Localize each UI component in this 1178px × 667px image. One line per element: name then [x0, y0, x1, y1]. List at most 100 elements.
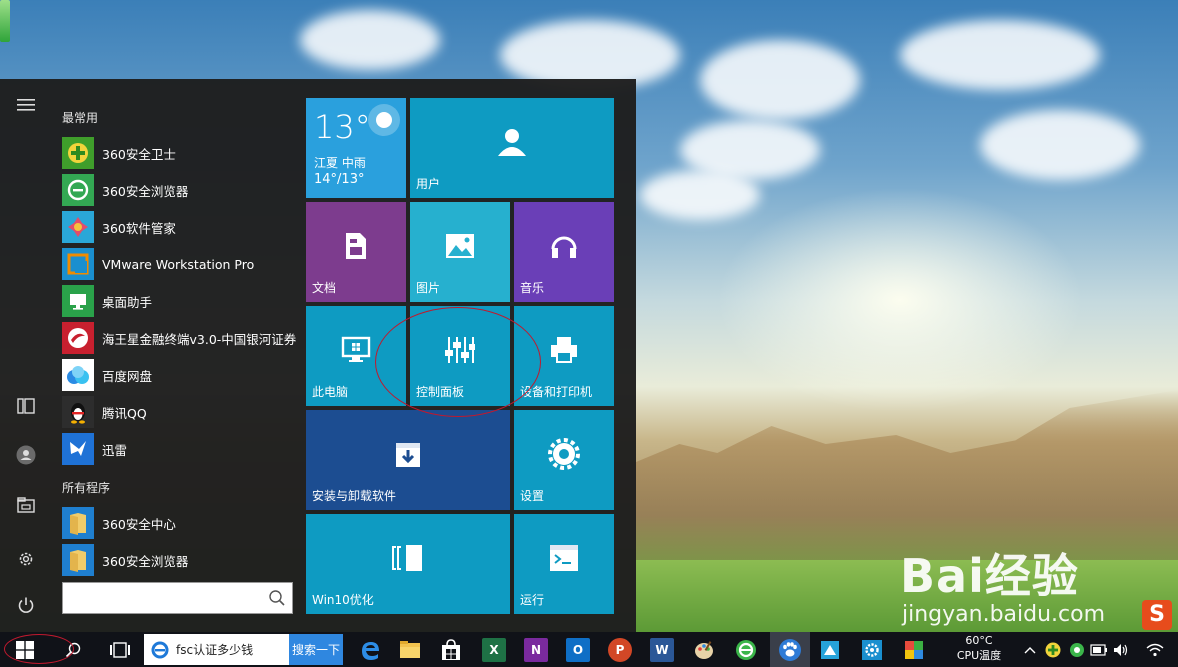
ie-search-field[interactable]: fsc认证多少钱: [144, 634, 289, 665]
app-name: 360软件管家: [102, 220, 176, 236]
paint-palette-icon: [695, 640, 713, 659]
taskbar-paint[interactable]: [690, 632, 718, 667]
settings-gear-icon: [862, 639, 882, 660]
tile-label: 此电脑: [312, 385, 349, 399]
onenote-icon: N: [524, 637, 548, 662]
tray-app-icon: [1070, 642, 1084, 657]
tile-pictures[interactable]: 图片: [410, 202, 510, 302]
taskbar-tool[interactable]: [816, 632, 844, 667]
qq-penguin-icon: [62, 396, 94, 428]
tile-weather[interactable]: 13° 江夏 中雨 14°/13°: [306, 98, 406, 198]
search-icon[interactable]: [268, 589, 286, 607]
taskbar-settings[interactable]: [858, 632, 886, 667]
taskbar-edge[interactable]: [356, 632, 384, 667]
taskbar-word[interactable]: W: [648, 632, 676, 667]
taskbar-powerpoint[interactable]: P: [606, 632, 634, 667]
tile-label: Win10优化: [312, 593, 374, 607]
app-item-xunlei[interactable]: 迅雷: [62, 431, 298, 467]
tile-label: 用户: [416, 177, 441, 191]
app-item-360-software-manager[interactable]: 360软件管家: [62, 209, 298, 245]
tray-volume[interactable]: [1110, 632, 1132, 667]
app-item-360-security-guard[interactable]: 360安全卫士: [62, 135, 298, 171]
taskbar-360-browser[interactable]: [732, 632, 760, 667]
tile-label: 运行: [520, 593, 545, 607]
task-view-button[interactable]: [104, 632, 136, 667]
tray-360-browser[interactable]: [1066, 632, 1088, 667]
weather-city-condition: 江夏 中雨: [314, 156, 366, 170]
annotation-ellipse-control-panel: [375, 307, 541, 417]
tablet-mode-icon[interactable]: [0, 386, 52, 426]
cloud: [980, 110, 1140, 180]
sun-icon: [368, 104, 400, 136]
taskbar-store[interactable]: [437, 632, 465, 667]
tile-label: 文档: [312, 281, 337, 295]
search-go-button[interactable]: 搜索一下: [289, 634, 343, 665]
app-item-neptune-finance[interactable]: 海王星金融终端v3.0-中国银河证券: [62, 320, 298, 356]
app-name: 百度网盘: [102, 368, 153, 384]
cloud: [640, 170, 760, 220]
app-item-desktop-assistant[interactable]: 桌面助手: [62, 283, 298, 319]
app-name: 迅雷: [102, 442, 128, 458]
cpu-temp-value: 60°C: [965, 634, 993, 647]
desktop-assistant-icon: [62, 285, 94, 317]
file-explorer-icon[interactable]: [0, 485, 52, 525]
hamburger-menu-icon[interactable]: [0, 85, 52, 125]
settings-gear-icon[interactable]: [0, 539, 52, 579]
tile-documents[interactable]: 文档: [306, 202, 406, 302]
taskbar-file-explorer[interactable]: [396, 632, 424, 667]
baidu-watermark: Bai经验 jingyan.baidu.com: [900, 540, 1170, 630]
taskbar-outlook[interactable]: O: [564, 632, 592, 667]
excel-icon: X: [482, 637, 506, 662]
watermark-url: jingyan.baidu.com: [902, 602, 1106, 627]
all-programs-heading: 所有程序: [62, 481, 111, 495]
tile-user[interactable]: 用户: [410, 98, 614, 198]
printer-icon: [551, 337, 577, 363]
app-item-tencent-qq[interactable]: 腾讯QQ: [62, 394, 298, 430]
tray-360-guard[interactable]: [1042, 632, 1064, 667]
sogou-ime-icon[interactable]: S: [1142, 600, 1172, 630]
most-used-heading: 最常用: [62, 111, 99, 125]
tile-label: 安装与卸载软件: [312, 489, 397, 503]
cloud: [900, 20, 1100, 90]
neptune-finance-icon: [62, 322, 94, 354]
tray-wifi[interactable]: [1140, 632, 1170, 667]
ie-search-query: fsc认证多少钱: [176, 643, 254, 657]
cpu-temperature-widget[interactable]: 60°C CPU温度: [950, 633, 1008, 663]
app-name: 海王星金融终端v3.0-中国银河证券: [102, 331, 297, 347]
360-security-guard-icon: [62, 137, 94, 169]
tile-music[interactable]: 音乐: [514, 202, 614, 302]
tile-run[interactable]: 运行: [514, 514, 614, 614]
tile-label: 音乐: [520, 281, 545, 295]
power-icon[interactable]: [0, 585, 52, 625]
wifi-icon: [1146, 643, 1164, 656]
settings-gear-tile-icon: [548, 438, 580, 470]
taskbar-onenote[interactable]: N: [522, 632, 550, 667]
app-item-baidu-netdisk[interactable]: 百度网盘: [62, 357, 298, 393]
app-item-vmware[interactable]: VMware Workstation Pro: [62, 246, 298, 282]
user-avatar-icon[interactable]: [0, 435, 52, 475]
tile-win10-optimize[interactable]: Win10优化: [306, 514, 510, 614]
app-name: 360安全浏览器: [102, 553, 189, 569]
outlook-icon: O: [566, 637, 590, 662]
app-item-360-browser[interactable]: 360安全浏览器: [62, 172, 298, 208]
app-item-360-security-center[interactable]: 360安全中心: [62, 505, 298, 541]
app-name: 360安全卫士: [102, 146, 176, 162]
monitor-icon: [341, 336, 371, 362]
taskbar-excel[interactable]: X: [480, 632, 508, 667]
taskbar-baidu[interactable]: [770, 632, 810, 667]
start-search-box[interactable]: [62, 582, 293, 614]
tile-install-uninstall[interactable]: 安装与卸载软件: [306, 410, 510, 510]
battery-icon: [1090, 643, 1107, 656]
360-guard-tray-icon: [1045, 642, 1061, 657]
cpu-temp-label: CPU温度: [956, 649, 1002, 662]
powerpoint-icon: P: [608, 637, 632, 662]
tray-overflow-chevron[interactable]: [1022, 632, 1038, 667]
tile-settings[interactable]: 设置: [514, 410, 614, 510]
app-item-360-browser-folder[interactable]: 360安全浏览器: [62, 542, 298, 578]
battery-gadget: [0, 0, 10, 42]
start-search-input[interactable]: [63, 583, 263, 613]
weather-range: 14°/13°: [314, 172, 365, 187]
tray-battery[interactable]: [1088, 632, 1110, 667]
edge-icon: [362, 641, 379, 660]
taskbar-game[interactable]: [900, 632, 928, 667]
